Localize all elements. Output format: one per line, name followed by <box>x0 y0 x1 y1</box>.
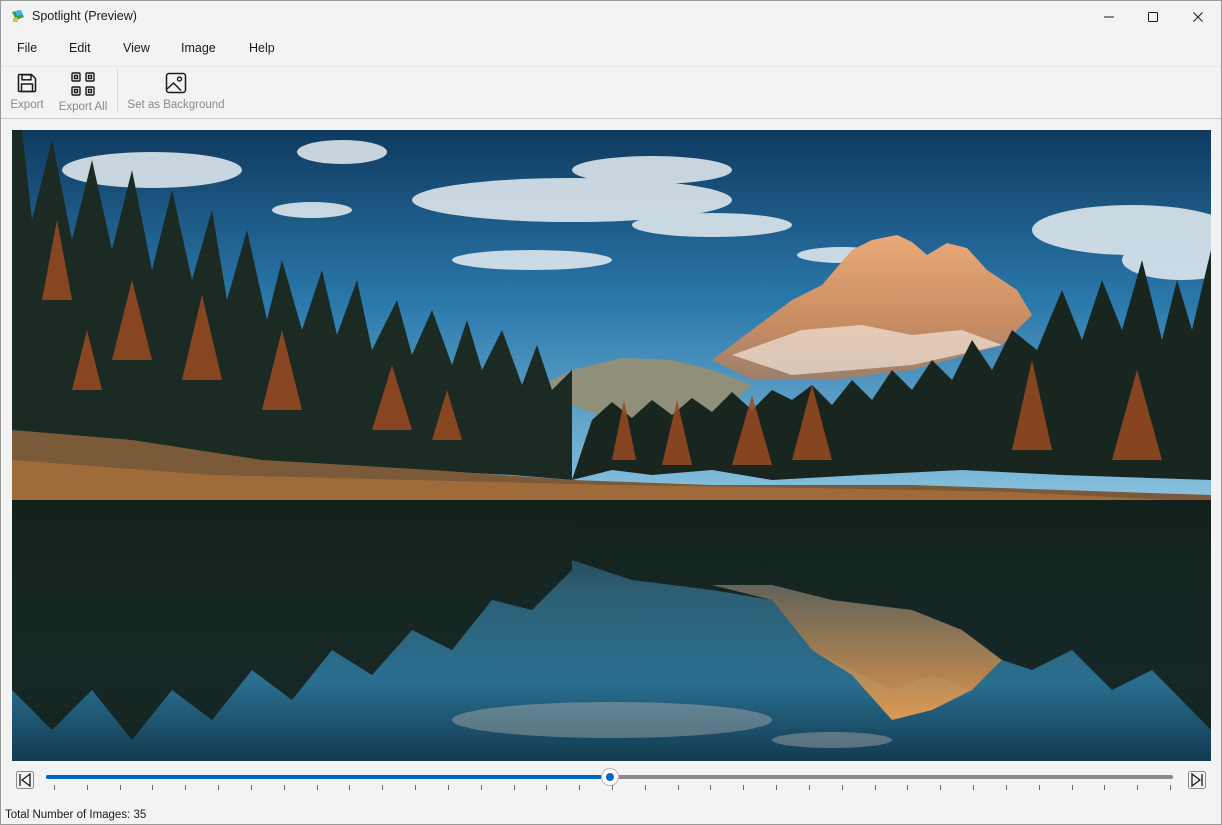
slider-tick <box>907 785 909 790</box>
image-viewer <box>1 118 1221 769</box>
slider-tick <box>86 785 88 790</box>
slider-tick <box>283 785 285 790</box>
slider-tick <box>119 785 121 790</box>
slider-tick <box>513 785 515 790</box>
slider-progress <box>46 775 610 779</box>
app-window: Spotlight (Preview) File Edit View Image… <box>0 0 1222 825</box>
slider-tick <box>808 785 810 790</box>
slider-tick <box>973 785 975 790</box>
menu-bar: File Edit View Image Help <box>1 32 1221 65</box>
menu-view[interactable]: View <box>123 41 150 55</box>
export-all-icon <box>71 72 95 96</box>
slider-tick <box>250 785 252 790</box>
slider-tick <box>579 785 581 790</box>
export-all-button[interactable]: Export All <box>55 70 111 118</box>
close-icon <box>1193 11 1203 22</box>
toolbar-separator <box>117 68 118 112</box>
export-all-label: Export All <box>58 101 108 113</box>
slider-tick <box>874 785 876 790</box>
slider-tick <box>940 785 942 790</box>
slider-tick <box>1137 785 1139 790</box>
set-as-background-label: Set as Background <box>127 99 225 111</box>
title-bar[interactable]: Spotlight (Preview) <box>1 1 1221 32</box>
image-icon <box>165 72 187 94</box>
slider-tick <box>1005 785 1007 790</box>
menu-edit[interactable]: Edit <box>69 41 91 55</box>
slider-tick <box>546 785 548 790</box>
close-button[interactable] <box>1175 1 1221 32</box>
slider-tick <box>1038 785 1040 790</box>
minimize-icon <box>1104 16 1114 17</box>
status-text: Total Number of Images: 35 <box>5 809 147 821</box>
slider-tick <box>152 785 154 790</box>
minimize-button[interactable] <box>1086 1 1132 32</box>
slider-tick <box>316 785 318 790</box>
mountain-lake-landscape-photo <box>12 130 1211 761</box>
menu-file[interactable]: File <box>17 41 37 55</box>
slider-tick <box>677 785 679 790</box>
menu-help[interactable]: Help <box>249 41 275 55</box>
slider-tick <box>349 785 351 790</box>
skip-to-last-icon[interactable] <box>1187 770 1207 790</box>
maximize-button[interactable] <box>1130 1 1176 32</box>
save-icon <box>17 73 37 93</box>
slider-tick <box>841 785 843 790</box>
slider-tick <box>710 785 712 790</box>
slider-tick <box>776 785 778 790</box>
slider-ticks <box>1 785 1221 793</box>
slider-tick <box>1170 785 1171 790</box>
image-slider-area <box>1 761 1221 801</box>
slider-tick <box>382 785 384 790</box>
slider-tick <box>743 785 745 790</box>
slider-tick <box>447 785 449 790</box>
slider-tick <box>480 785 482 790</box>
toolbar: Export Export All Set as Background <box>1 66 1221 119</box>
slider-tick <box>415 785 417 790</box>
export-label: Export <box>10 99 44 111</box>
slider-tick <box>644 785 646 790</box>
window-title: Spotlight (Preview) <box>32 9 137 23</box>
slider-tick <box>54 785 55 790</box>
menu-image[interactable]: Image <box>181 41 216 55</box>
maximize-icon <box>1148 11 1158 22</box>
set-as-background-button[interactable]: Set as Background <box>126 70 226 118</box>
slider-tick <box>218 785 220 790</box>
spotlight-app-icon <box>10 8 26 24</box>
export-button[interactable]: Export <box>9 70 45 118</box>
slider-tick <box>1071 785 1073 790</box>
slider-tick <box>185 785 187 790</box>
slider-tick <box>612 785 613 790</box>
slider-tick <box>1104 785 1106 790</box>
slider-thumb[interactable] <box>601 769 618 785</box>
